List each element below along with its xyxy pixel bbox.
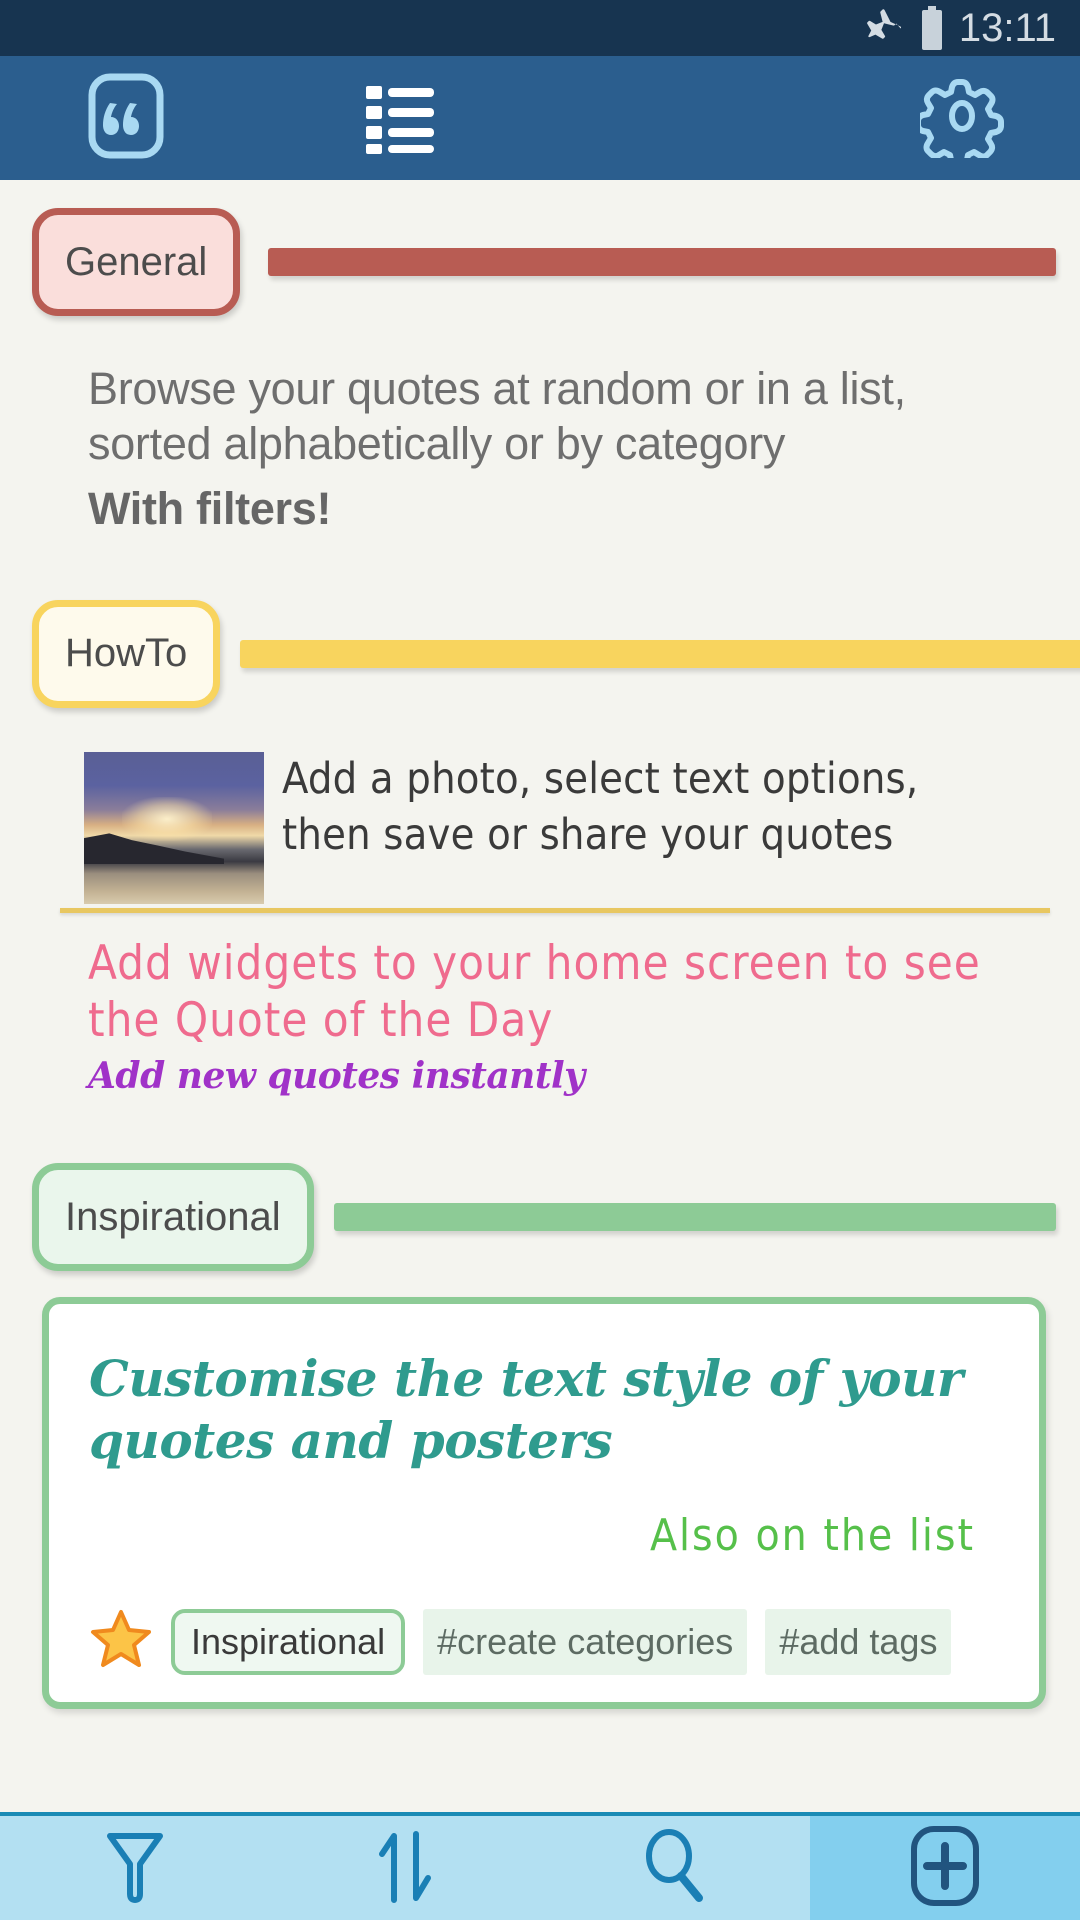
sunset-over-water-photo — [84, 751, 264, 904]
quote-list-scroll[interactable]: General Browse your quotes at random or … — [0, 180, 1080, 1812]
quote-author: Also on the list — [649, 1510, 975, 1562]
category-chip-general[interactable]: General — [32, 208, 241, 316]
general-line-2: sorted alphabetically or by category — [88, 417, 786, 469]
quote-text-line-2: quotes and posters — [89, 1411, 613, 1471]
howto-divider — [60, 907, 1050, 913]
quote-mark-icon — [88, 73, 164, 164]
bottom-toolbar — [0, 1812, 1080, 1920]
search-button[interactable] — [540, 1816, 810, 1920]
category-chip-howto[interactable]: HowTo — [32, 599, 221, 708]
filter-funnel-icon — [100, 1826, 170, 1911]
gear-icon — [915, 74, 1004, 168]
quote-tag-0[interactable]: #create categories — [423, 1608, 748, 1675]
quote-text-line-1: Customise the text style of your — [89, 1349, 963, 1409]
category-chip-inspirational[interactable]: Inspirational — [32, 1163, 314, 1272]
app-bar — [0, 56, 1080, 180]
category-label-howto: HowTo — [65, 631, 188, 676]
howto-photo-caption: Add a photo, select text options, then s… — [282, 752, 918, 904]
howto-caption-line-1: Add a photo, select text options, — [282, 753, 919, 804]
tab-quote-random[interactable] — [88, 73, 164, 164]
quote-card[interactable]: Customise the text style of your quotes … — [42, 1297, 1046, 1710]
howto-caption-line-2: then save or share your quotes — [282, 809, 894, 860]
status-bar: 13:11 — [0, 0, 1080, 56]
app-root: 13:11 General Browse your quotes at rand… — [0, 0, 1080, 1920]
quote-category-pill[interactable]: Inspirational — [171, 1608, 406, 1675]
status-bar-clock: 13:11 — [958, 5, 1056, 50]
tab-quote-list[interactable] — [360, 76, 440, 161]
howto-widget-note-line-2: the Quote of the Day — [88, 993, 554, 1048]
star-icon[interactable] — [89, 1607, 153, 1676]
category-label-general: General — [65, 239, 208, 284]
general-line-bold: With filters! — [88, 482, 332, 534]
filter-button[interactable] — [0, 1816, 270, 1920]
category-rule-inspirational — [333, 1203, 1056, 1232]
battery-full-icon — [919, 6, 945, 50]
settings-button[interactable] — [915, 74, 1004, 168]
category-header-inspirational[interactable]: Inspirational — [0, 1163, 1080, 1272]
category-header-general[interactable]: General — [0, 208, 1080, 316]
howto-widget-note[interactable]: Add widgets to your home screen to see t… — [88, 935, 1028, 1050]
category-label-inspirational: Inspirational — [65, 1194, 281, 1239]
general-line-1: Browse your quotes at random or in a lis… — [88, 363, 906, 414]
category-rule-general — [268, 248, 1056, 276]
quote-tag-row: Inspirational #create categories #add ta… — [89, 1607, 999, 1676]
airplane-mode-icon — [863, 7, 905, 49]
howto-instant-note[interactable]: Add new quotes instantly — [88, 1055, 1080, 1097]
quote-text: Customise the text style of your quotes … — [89, 1348, 999, 1472]
category-rule-howto — [240, 639, 1080, 668]
sort-button[interactable] — [270, 1816, 540, 1920]
howto-widget-note-line-1: Add widgets to your home screen to see — [88, 935, 981, 991]
sort-arrows-icon — [372, 1826, 438, 1911]
add-quote-button[interactable] — [810, 1816, 1080, 1920]
howto-photo-entry[interactable]: Add a photo, select text options, then s… — [84, 751, 1080, 904]
list-view-icon — [360, 76, 440, 161]
add-plus-icon — [909, 1824, 981, 1913]
category-header-howto[interactable]: HowTo — [0, 599, 1080, 708]
search-magnifier-icon — [637, 1826, 713, 1911]
general-description: Browse your quotes at random or in a lis… — [88, 362, 968, 537]
quote-tag-1[interactable]: #add tags — [765, 1608, 952, 1675]
